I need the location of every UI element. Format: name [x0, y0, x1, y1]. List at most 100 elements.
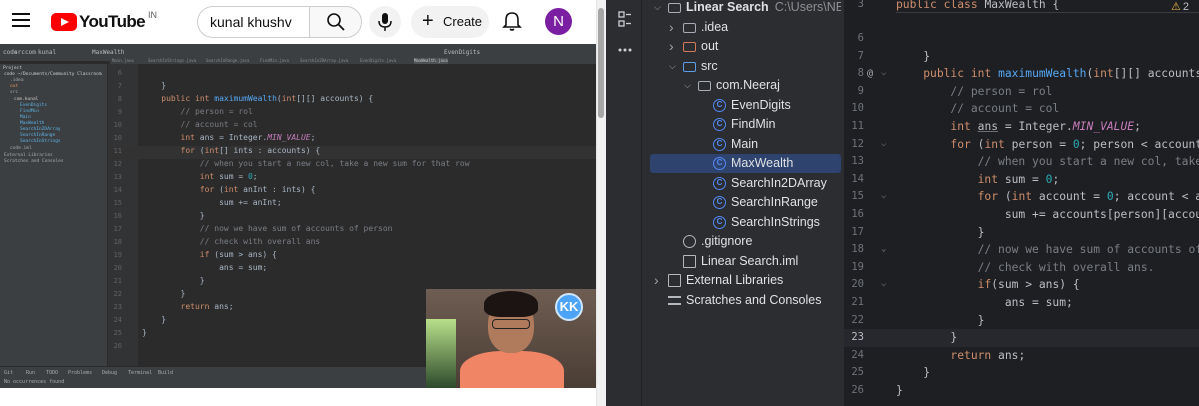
fold-icon[interactable]: ⌵: [881, 65, 886, 83]
line-number[interactable]: 11: [844, 118, 864, 136]
code-line[interactable]: 7 }: [844, 48, 1199, 66]
notifications-bell-icon[interactable]: [501, 10, 523, 32]
video-line-number: 11: [113, 147, 122, 155]
code-editor[interactable]: 3 public class MaxWealth {6 7 } 8 @ ⌵ public …: [844, 0, 1199, 406]
voice-search-button[interactable]: [369, 6, 401, 38]
page-scrollbar-thumb[interactable]: [598, 8, 604, 118]
tree-item-findmin[interactable]: C FindMin: [650, 115, 841, 134]
code-line[interactable]: 16 sum += accounts[person][accoun: [844, 206, 1199, 224]
code-line[interactable]: 25 }: [844, 364, 1199, 382]
chevron-down-icon[interactable]: ⌵: [684, 76, 694, 95]
fold-icon[interactable]: ⌵: [881, 136, 886, 154]
tree-item-src[interactable]: ⌵ src: [650, 57, 841, 76]
menu-icon[interactable]: [12, 13, 30, 27]
line-number[interactable]: 21: [844, 294, 864, 312]
tree-item-external-libraries[interactable]: › External Libraries: [650, 271, 841, 290]
avatar[interactable]: N: [545, 8, 572, 35]
search-button[interactable]: [309, 6, 362, 38]
code-line[interactable]: 8 @ ⌵ public int maximumWealth(int[][] acc…: [844, 65, 1199, 83]
structure-icon[interactable]: [617, 11, 633, 27]
tree-item-label: SearchInRange: [731, 195, 818, 209]
code-line[interactable]: 17 }: [844, 224, 1199, 242]
chevron-down-icon[interactable]: ⌵: [654, 0, 664, 17]
code-line[interactable]: 19 // check with overall ans.: [844, 259, 1199, 277]
line-number[interactable]: 25: [844, 364, 864, 382]
tree-item-linear-search[interactable]: ⌵ Linear SearchC:\Users\NEERA: [650, 0, 841, 17]
video-line-number: 9: [117, 108, 122, 116]
code-line[interactable]: 18 ⌄ // now we have sum of accounts of: [844, 241, 1199, 259]
code-line[interactable]: 22 }: [844, 312, 1199, 330]
inspection-widget[interactable]: ⚠ 2: [1171, 0, 1189, 13]
video-status-item: Problems: [68, 370, 93, 376]
line-number[interactable]: 15: [844, 188, 864, 206]
line-number[interactable]: 18: [844, 241, 864, 259]
package-icon: [698, 81, 711, 91]
code-line[interactable]: 11 int ans = Integer.MIN_VALUE;: [844, 118, 1199, 136]
code-line[interactable]: 24 return ans;: [844, 347, 1199, 365]
code-line[interactable]: 9 // person = rol: [844, 83, 1199, 101]
line-number[interactable]: 9: [844, 83, 864, 101]
code-line[interactable]: 12 ⌵ for (int person = 0; person < accoun…: [844, 136, 1199, 154]
tree-item-searchin2darray[interactable]: C SearchIn2DArray: [650, 174, 841, 193]
more-icon[interactable]: [617, 42, 633, 58]
video-line-number: 10: [113, 134, 122, 142]
tree-item-label: MaxWealth: [731, 156, 794, 170]
class-icon: C: [713, 215, 726, 229]
video-line-number: 8: [117, 95, 122, 103]
video-code-text: }: [142, 328, 147, 337]
video-breadcrumb: MaxWealth: [92, 49, 125, 56]
chevron-right-icon[interactable]: ›: [669, 18, 679, 37]
video-player[interactable]: code src com kunal MaxWealth EvenDigits …: [0, 44, 598, 388]
tree-item-gitignore[interactable]: .gitignore: [650, 232, 841, 251]
line-number[interactable]: 8: [844, 65, 864, 83]
tree-item-maxwealth[interactable]: C MaxWealth: [650, 154, 841, 173]
line-number[interactable]: 22: [844, 312, 864, 330]
line-number[interactable]: 7: [844, 48, 864, 66]
code-line[interactable]: 14 int sum = 0;: [844, 171, 1199, 189]
line-number[interactable]: 10: [844, 100, 864, 118]
line-number[interactable]: 23: [844, 329, 864, 347]
folder-src-icon: [683, 61, 696, 72]
chevron-right-icon[interactable]: ›: [669, 37, 679, 56]
tree-item-linear-search-iml[interactable]: Linear Search.iml: [650, 252, 841, 271]
chevron-down-icon[interactable]: ⌵: [669, 57, 679, 76]
code-line[interactable]: 6: [844, 30, 1199, 48]
line-number[interactable]: 14: [844, 171, 864, 189]
fold-icon[interactable]: ⌄: [881, 241, 886, 259]
line-number[interactable]: 16: [844, 206, 864, 224]
line-number[interactable]: 26: [844, 382, 864, 400]
fold-icon[interactable]: ⌵: [881, 188, 886, 206]
code-line[interactable]: 23 }: [844, 329, 1199, 347]
tree-item-idea[interactable]: › .idea: [650, 18, 841, 37]
line-number[interactable]: 3: [844, 0, 864, 14]
create-button[interactable]: + Create: [411, 6, 489, 38]
line-number[interactable]: 13: [844, 153, 864, 171]
code-line[interactable]: 15 ⌵ for (int account = 0; account < ac: [844, 188, 1199, 206]
line-number[interactable]: 17: [844, 224, 864, 242]
code-line[interactable]: 13 // when you start a new col, take: [844, 153, 1199, 171]
tree-item-evendigits[interactable]: C EvenDigits: [650, 96, 841, 115]
line-number[interactable]: 20: [844, 276, 864, 294]
code-text: sum += accounts[person][accoun: [896, 208, 1199, 221]
chevron-right-icon[interactable]: ›: [654, 271, 664, 290]
line-number[interactable]: 6: [844, 30, 864, 48]
tree-item-searchinrange[interactable]: C SearchInRange: [650, 193, 841, 212]
override-marker-icon[interactable]: @: [867, 65, 873, 83]
video-code-text: // now we have sum of accounts of person: [199, 224, 393, 233]
youtube-logo[interactable]: YouTube IN: [51, 10, 157, 32]
tree-item-out[interactable]: › out: [650, 37, 841, 56]
search-input[interactable]: kunal khushv: [197, 6, 310, 38]
code-line[interactable]: 21 ans = sum;: [844, 294, 1199, 312]
code-line[interactable]: 10 // account = col: [844, 100, 1199, 118]
tree-item-main[interactable]: C Main: [650, 135, 841, 154]
code-line[interactable]: 26}: [844, 382, 1199, 400]
line-number[interactable]: 19: [844, 259, 864, 277]
fold-icon[interactable]: ⌵: [881, 276, 886, 294]
tree-item-scratches-and-consoles[interactable]: Scratches and Consoles: [650, 291, 841, 310]
tree-item-searchinstrings[interactable]: C SearchInStrings: [650, 213, 841, 232]
code-line[interactable]: 20 ⌵ if(sum > ans) {: [844, 276, 1199, 294]
line-number[interactable]: 12: [844, 136, 864, 154]
ide-window: ⌵ Linear SearchC:\Users\NEERA › .idea › out ⌵ s…: [606, 0, 1199, 406]
tree-item-com-neeraj[interactable]: ⌵ com.Neeraj: [650, 76, 841, 95]
line-number[interactable]: 24: [844, 347, 864, 365]
